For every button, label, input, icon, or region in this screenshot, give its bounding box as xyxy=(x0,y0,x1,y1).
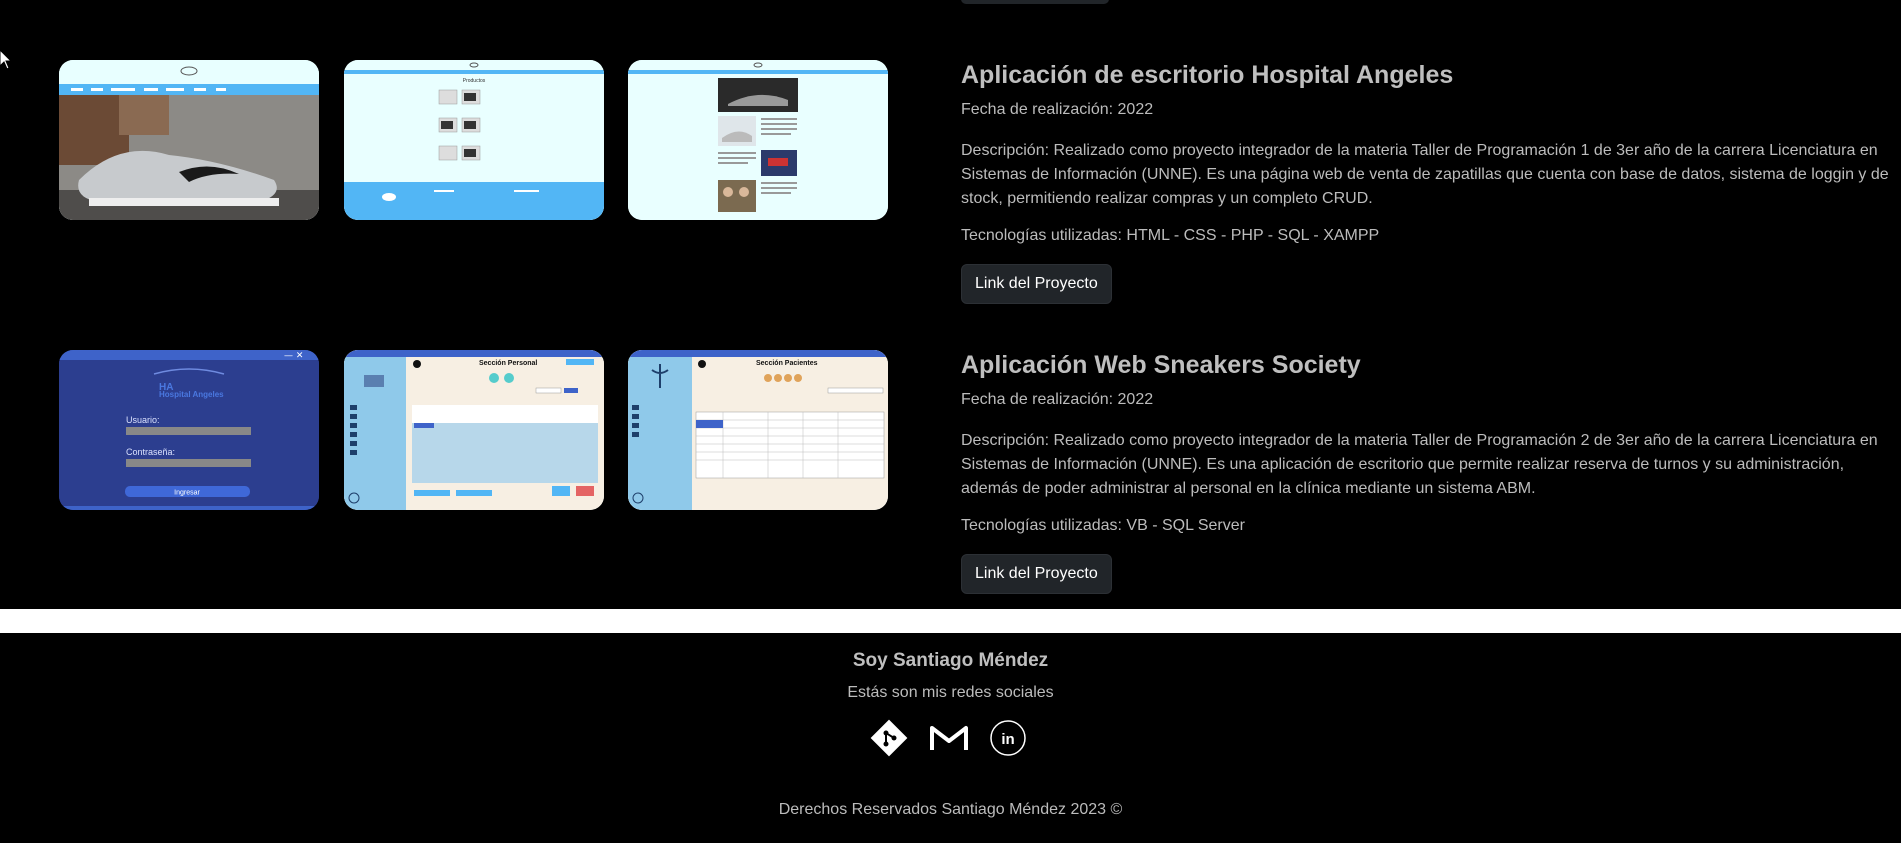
footer-name: Soy Santiago Méndez xyxy=(852,650,1049,671)
login-pass-label: Contraseña: xyxy=(126,447,175,457)
project-screenshot-hospital-login[interactable]: — ✕ HA Hospital Angeles Usuario: Contras… xyxy=(59,350,319,510)
login-submit-label: Ingresar xyxy=(174,490,200,497)
project-title: Aplicación de escritorio Hospital Angele… xyxy=(961,61,1454,89)
project-screenshot-gallery[interactable] xyxy=(628,60,888,220)
project-link-button[interactable]: Link del Proyecto xyxy=(961,554,1112,594)
project-screenshot-personal[interactable]: Sección Personal xyxy=(344,350,604,510)
footer-subtitle: Estás son mis redes sociales xyxy=(847,684,1054,701)
pacientes-heading: Sección Pacientes xyxy=(756,360,818,367)
personal-heading: Sección Personal xyxy=(479,360,537,367)
products-heading: Productos xyxy=(463,78,486,84)
login-user-label: Usuario: xyxy=(126,415,160,425)
project-screenshot-products[interactable]: Productos xyxy=(344,60,604,220)
git-icon[interactable] xyxy=(867,716,911,760)
project-card-1: Productos Aplicación de escritorio Hospi… xyxy=(0,60,1901,304)
footer: Soy Santiago Méndez Estás son mis redes … xyxy=(0,633,1901,843)
project-title: Aplicación Web Sneakers Society xyxy=(961,351,1361,379)
project-date: Fecha de realización: 2022 xyxy=(961,101,1154,118)
project-info-1: Aplicación de escritorio Hospital Angele… xyxy=(961,60,1891,304)
project-screenshot-sneaker-home[interactable] xyxy=(59,60,319,220)
project-technologies: Tecnologías utilizadas: HTML - CSS - PHP… xyxy=(961,227,1380,244)
hospital-brand: Hospital Angeles xyxy=(159,390,224,399)
project-card-2: — ✕ HA Hospital Angeles Usuario: Contras… xyxy=(0,350,1901,594)
previous-project-link-button[interactable] xyxy=(961,0,1109,4)
project-screenshot-pacientes[interactable]: Sección Pacientes xyxy=(628,350,888,510)
project-info-2: Aplicación Web Sneakers Society Fecha de… xyxy=(961,350,1891,594)
project-link-button[interactable]: Link del Proyecto xyxy=(961,264,1112,304)
project-description: Descripción: Realizado como proyecto int… xyxy=(961,432,1878,497)
project-description: Descripción: Realizado como proyecto int… xyxy=(961,142,1889,207)
svg-text:— ✕: — ✕ xyxy=(284,351,303,361)
svg-text:in: in xyxy=(1001,731,1014,748)
project-technologies: Tecnologías utilizadas: VB - SQL Server xyxy=(961,517,1245,534)
project-date: Fecha de realización: 2022 xyxy=(961,391,1154,408)
gmail-icon[interactable] xyxy=(927,716,971,760)
footer-copyright: Derechos Reservados Santiago Méndez 2023… xyxy=(778,801,1123,818)
section-divider xyxy=(0,609,1901,633)
linkedin-icon[interactable]: in xyxy=(986,716,1030,760)
